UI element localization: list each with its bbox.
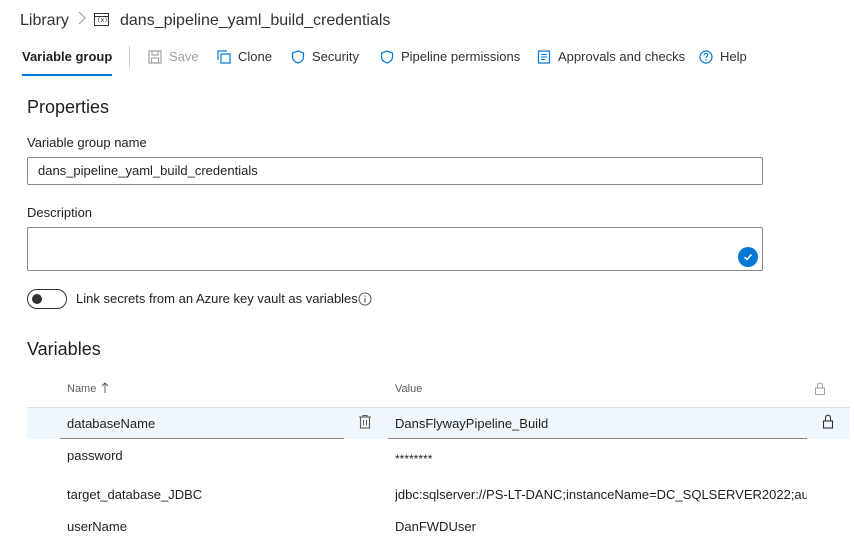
- checklist-icon: [537, 50, 551, 64]
- variable-name-cell[interactable]: userName: [67, 518, 127, 536]
- breadcrumb-separator-icon: [78, 10, 86, 30]
- approvals-label: Approvals and checks: [558, 49, 686, 64]
- help-icon: [699, 50, 713, 64]
- description-label: Description: [27, 205, 93, 220]
- security-button[interactable]: Security: [291, 40, 359, 74]
- security-label: Security: [312, 49, 359, 64]
- pipeline-permissions-button[interactable]: Pipeline permissions: [380, 40, 520, 74]
- page-title: dans_pipeline_yaml_build_credentials: [120, 12, 391, 29]
- clone-icon: [217, 50, 231, 64]
- variable-value-cell[interactable]: DansFlywayPipeline_Build: [395, 415, 548, 433]
- variable-group-name-input[interactable]: dans_pipeline_yaml_build_credentials: [27, 157, 763, 185]
- trash-icon[interactable]: [358, 414, 372, 429]
- properties-heading: Properties: [27, 97, 110, 117]
- header-bar: Library (x) dans_pipeline_yaml_build_cre…: [0, 0, 854, 40]
- command-bar: Variable group Save Clone Security Pipel…: [0, 40, 854, 78]
- variable-name-cell[interactable]: password: [67, 447, 123, 465]
- shield-icon: [380, 50, 394, 64]
- shield-icon: [291, 50, 305, 64]
- tab-divider: [129, 46, 130, 68]
- variable-name-cell[interactable]: databaseName: [67, 415, 155, 433]
- check-icon: [738, 247, 758, 267]
- variable-value-cell[interactable]: DanFWDUser: [395, 518, 476, 536]
- column-header-value: Value: [395, 383, 423, 395]
- save-label: Save: [169, 49, 199, 64]
- tab-variable-group[interactable]: Variable group: [14, 40, 120, 78]
- variable-value-cell-secret[interactable]: ********: [395, 452, 432, 466]
- lock-icon[interactable]: [822, 414, 834, 429]
- breadcrumb-library[interactable]: Library: [10, 8, 79, 33]
- name-field-underline: [60, 438, 344, 439]
- save-button[interactable]: Save: [148, 40, 199, 74]
- info-icon[interactable]: [358, 292, 372, 306]
- help-button[interactable]: Help: [699, 40, 747, 74]
- clone-button[interactable]: Clone: [217, 40, 272, 74]
- value-field-underline: [388, 438, 807, 439]
- link-secrets-label: Link secrets from an Azure key vault as …: [76, 291, 358, 306]
- variable-group-name-label: Variable group name: [27, 135, 147, 150]
- variable-group-icon-glyph: (x): [97, 17, 108, 24]
- help-label: Help: [720, 49, 747, 64]
- sort-ascending-icon: [101, 382, 109, 398]
- variable-name-cell[interactable]: target_database_JDBC: [67, 486, 202, 504]
- pipeline-permissions-label: Pipeline permissions: [401, 49, 521, 64]
- approvals-and-checks-button[interactable]: Approvals and checks: [537, 40, 685, 74]
- variable-group-icon: (x): [94, 13, 109, 26]
- save-icon: [148, 50, 162, 64]
- description-input[interactable]: [27, 227, 763, 271]
- lock-icon: [815, 382, 825, 395]
- column-header-name[interactable]: Name: [67, 381, 96, 397]
- clone-label: Clone: [238, 49, 272, 64]
- variable-value-cell[interactable]: jdbc:sqlserver://PS-LT-DANC;instanceName…: [395, 486, 807, 504]
- variables-heading: Variables: [27, 339, 101, 359]
- link-secrets-toggle[interactable]: [27, 289, 67, 309]
